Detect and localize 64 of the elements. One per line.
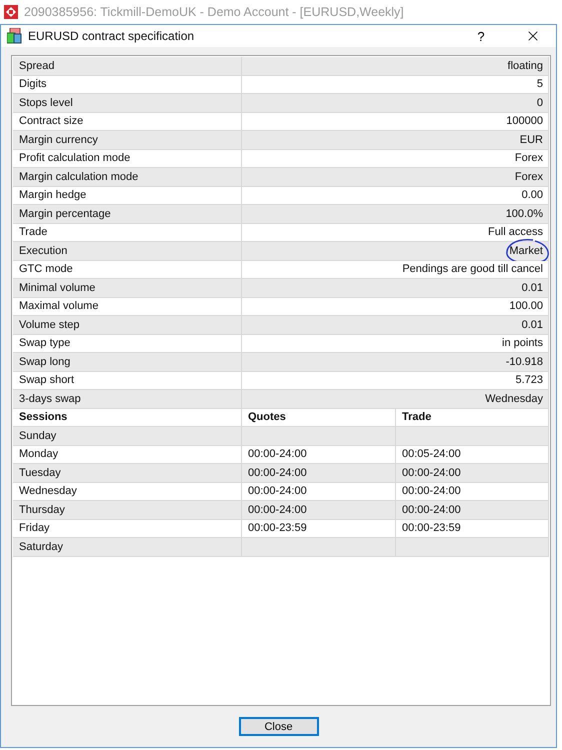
value-cell: 100.0% [242, 205, 549, 222]
value-cell: 0.01 [242, 279, 549, 296]
trade-cell: 00:00-23:59 [396, 520, 549, 537]
value-cell: Wednesday [242, 390, 549, 408]
column-header: Trade [396, 408, 549, 426]
value-cell: 5.723 [242, 372, 549, 389]
property-cell: Spread [13, 57, 242, 74]
value-cell: -10.918 [242, 353, 549, 370]
property-cell: GTC mode [13, 260, 242, 278]
value-cell: EUR [242, 131, 549, 148]
property-cell: Profit calculation mode [13, 150, 242, 167]
value-cell: 0.01 [242, 316, 549, 334]
day-cell: Friday [13, 520, 242, 537]
value-cell: Forex [242, 150, 549, 167]
column-header: Quotes [242, 408, 396, 426]
value-cell: Pendings are good till cancel [242, 260, 549, 278]
quotes-cell: 00:00-24:00 [242, 464, 396, 482]
value-cell: Full access [242, 224, 549, 241]
column-header: Sessions [13, 408, 242, 426]
day-cell: Wednesday [13, 482, 242, 500]
property-cell: Maximal volume [13, 298, 242, 315]
value-cell: 0 [242, 94, 549, 112]
app-logo-icon [4, 5, 18, 19]
day-cell: Monday [13, 446, 242, 463]
day-cell: Sunday [13, 427, 242, 444]
quotes-cell: 00:00-24:00 [242, 482, 396, 500]
contract-icon [7, 28, 22, 44]
value-cell: 0.00 [242, 186, 549, 204]
value-cell: 100.00 [242, 298, 549, 315]
property-cell: Digits [13, 76, 242, 93]
property-cell: Stops level [13, 94, 242, 112]
property-cell: Margin percentage [13, 205, 242, 222]
day-cell: Saturday [13, 538, 242, 556]
app-title: 2090385956: Tickmill-DemoUK - Demo Account - [EURUSD,Weekly] [24, 5, 404, 19]
property-cell: Margin calculation mode [13, 168, 242, 186]
property-cell: Swap short [13, 372, 242, 389]
day-cell: Tuesday [13, 464, 242, 482]
day-cell: Thursday [13, 501, 242, 518]
value-cell: 5 [242, 76, 549, 93]
property-cell: Margin currency [13, 131, 242, 148]
help-button[interactable]: ? [458, 25, 504, 47]
value-cell: in points [242, 334, 549, 352]
property-cell: Trade [13, 224, 242, 241]
property-cell: Minimal volume [13, 279, 242, 296]
quotes-cell: 00:00-24:00 [242, 446, 396, 463]
value-cell: floating [242, 57, 549, 74]
property-cell: Swap long [13, 353, 242, 370]
dialog-title: EURUSD contract specification [28, 29, 196, 43]
property-cell: Swap type [13, 334, 242, 352]
trade-cell: 00:00-24:00 [396, 482, 549, 500]
property-cell: Volume step [13, 316, 242, 334]
trade-cell: 00:05-24:00 [396, 446, 549, 463]
quotes-cell: 00:00-23:59 [242, 520, 396, 537]
quotes-cell: 00:00-24:00 [242, 501, 396, 518]
property-cell: Margin hedge [13, 186, 242, 204]
trade-cell: 00:00-24:00 [396, 501, 549, 518]
property-cell: Execution [13, 242, 242, 260]
close-dialog-button[interactable]: Close [238, 717, 318, 736]
value-cell: 100000 [242, 112, 549, 130]
property-cell: 3-days swap [13, 390, 242, 408]
property-cell: Contract size [13, 112, 242, 130]
value-cell: Forex [242, 168, 549, 186]
value-cell: Market [242, 242, 549, 260]
trade-cell: 00:00-24:00 [396, 464, 549, 482]
